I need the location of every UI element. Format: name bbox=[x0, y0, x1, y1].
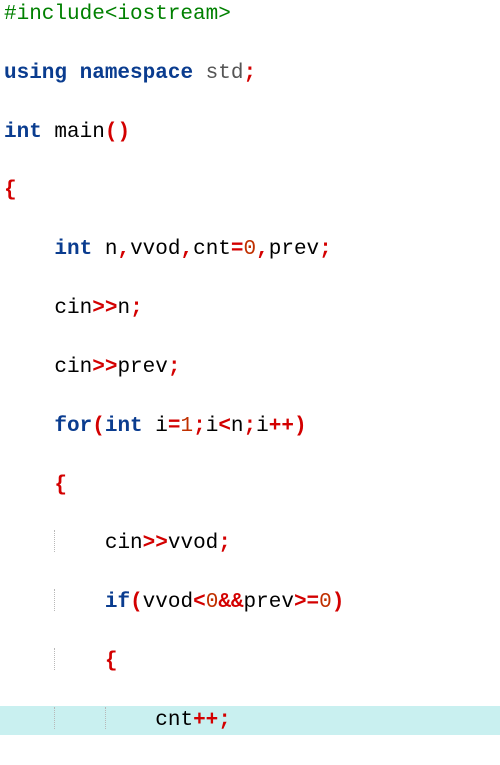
code-token: ; bbox=[218, 709, 231, 732]
indent-guide bbox=[54, 707, 55, 729]
code-token: = bbox=[168, 415, 181, 438]
code-token: vvod bbox=[168, 532, 218, 555]
code-line: cnt++; bbox=[0, 706, 500, 735]
code-line: for(int i=1;i<n;i++) bbox=[0, 412, 500, 441]
code-token: { bbox=[105, 650, 118, 673]
code-token: cin bbox=[54, 297, 92, 320]
code-token: , bbox=[117, 238, 130, 261]
code-line: using namespace std; bbox=[0, 59, 500, 88]
code-line: int n,vvod,cnt=0,prev; bbox=[0, 235, 500, 264]
code-token: >= bbox=[294, 591, 319, 614]
code-token: n bbox=[117, 297, 130, 320]
code-token: ; bbox=[319, 238, 332, 261]
code-token: prev bbox=[269, 238, 319, 261]
code-line: if(vvod<0&&prev>=0) bbox=[0, 588, 500, 617]
code-line: #include<iostream> bbox=[0, 0, 500, 29]
code-token: < bbox=[193, 591, 206, 614]
code-token: = bbox=[231, 238, 244, 261]
code-token: ) bbox=[294, 415, 307, 438]
code-token: int bbox=[54, 238, 92, 261]
code-token: 0 bbox=[206, 591, 219, 614]
code-token: int bbox=[105, 415, 143, 438]
code-token: ++ bbox=[269, 415, 294, 438]
code-token bbox=[42, 121, 55, 144]
code-token: using bbox=[4, 62, 67, 85]
code-token: i bbox=[155, 415, 168, 438]
code-token: ; bbox=[243, 62, 256, 85]
code-line: cin>>prev; bbox=[0, 353, 500, 382]
indent-guide bbox=[54, 530, 55, 552]
indent-guide bbox=[54, 589, 55, 611]
code-token bbox=[92, 238, 105, 261]
code-token: for bbox=[54, 415, 92, 438]
code-token: prev bbox=[244, 591, 294, 614]
code-token: vvod bbox=[143, 591, 193, 614]
code-token: 1 bbox=[180, 415, 193, 438]
code-token bbox=[143, 415, 156, 438]
indent-guide bbox=[105, 707, 106, 729]
code-line: cin>>vvod; bbox=[0, 529, 500, 558]
code-token: main bbox=[54, 121, 104, 144]
code-token bbox=[193, 62, 206, 85]
code-token: vvod bbox=[130, 238, 180, 261]
code-line: { bbox=[0, 647, 500, 676]
code-token: #include<iostream> bbox=[4, 3, 231, 26]
code-token: if bbox=[105, 591, 130, 614]
code-token: i bbox=[256, 415, 269, 438]
code-token: int bbox=[4, 121, 42, 144]
code-token: ; bbox=[193, 415, 206, 438]
code-token: cnt bbox=[155, 709, 193, 732]
code-token: ; bbox=[218, 532, 231, 555]
code-token: cin bbox=[105, 532, 143, 555]
code-line: cin>>n; bbox=[0, 294, 500, 323]
code-line: { bbox=[0, 471, 500, 500]
code-token: ; bbox=[244, 415, 257, 438]
code-token: 0 bbox=[319, 591, 332, 614]
code-line: { bbox=[0, 176, 500, 205]
code-token: { bbox=[54, 474, 67, 497]
code-token: ; bbox=[168, 356, 181, 379]
code-token: 0 bbox=[244, 238, 257, 261]
code-line: int main() bbox=[0, 118, 500, 147]
code-editor: #include<iostream> using namespace std; … bbox=[0, 0, 500, 765]
code-token: { bbox=[4, 179, 17, 202]
code-token bbox=[67, 62, 80, 85]
code-token: cnt bbox=[193, 238, 231, 261]
code-token: namespace bbox=[80, 62, 193, 85]
code-token: cin bbox=[54, 356, 92, 379]
code-token: ++ bbox=[193, 709, 218, 732]
code-token: , bbox=[256, 238, 269, 261]
code-token: ; bbox=[130, 297, 143, 320]
code-token: ( bbox=[130, 591, 143, 614]
code-token: , bbox=[180, 238, 193, 261]
code-token: i bbox=[206, 415, 219, 438]
code-token: ( bbox=[92, 415, 105, 438]
code-token: >> bbox=[92, 297, 117, 320]
code-token: && bbox=[218, 591, 243, 614]
code-token: () bbox=[105, 121, 130, 144]
code-token: < bbox=[218, 415, 231, 438]
code-token: >> bbox=[143, 532, 168, 555]
code-token: std bbox=[206, 62, 244, 85]
code-token: n bbox=[231, 415, 244, 438]
indent-guide bbox=[54, 648, 55, 670]
code-token: prev bbox=[117, 356, 167, 379]
code-token: >> bbox=[92, 356, 117, 379]
code-token: n bbox=[105, 238, 118, 261]
code-token: ) bbox=[332, 591, 345, 614]
